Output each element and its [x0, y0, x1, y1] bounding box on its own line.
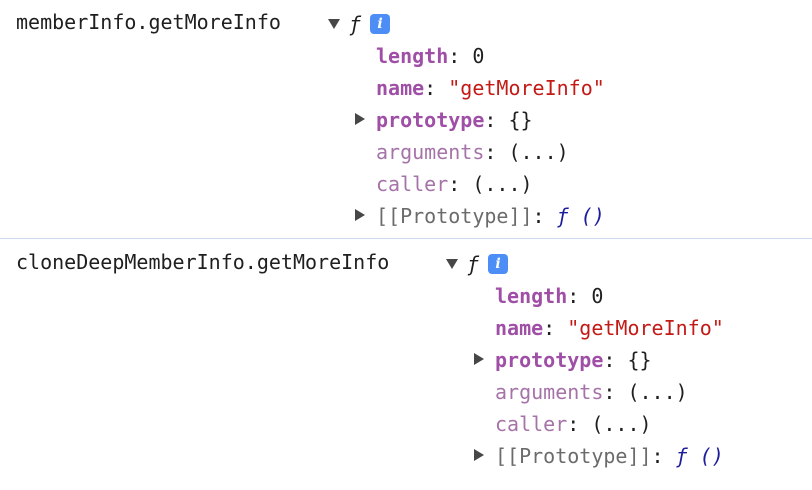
property-key: arguments — [495, 380, 604, 404]
collapse-triangle-right-icon[interactable] — [355, 209, 365, 221]
property-row-internal-prototype[interactable]: [[Prototype]]: ƒ () — [474, 440, 724, 472]
property-separator: : — [448, 172, 473, 196]
property-value[interactable]: (...) — [508, 140, 568, 164]
collapse-triangle-right-icon[interactable] — [355, 113, 365, 125]
function-marker: ƒ — [467, 252, 480, 276]
property-value[interactable]: (...) — [627, 380, 687, 404]
property-key: name — [495, 316, 544, 340]
function-header[interactable]: ƒ i — [328, 10, 391, 38]
property-row-name: name: "getMoreInfo" — [495, 312, 724, 344]
property-value: {} — [627, 348, 652, 372]
expand-triangle-down-icon[interactable] — [446, 259, 458, 269]
property-key: caller — [495, 412, 568, 436]
property-separator: : — [484, 140, 509, 164]
property-value: ƒ () — [675, 444, 724, 468]
property-key: [[Prototype]] — [376, 204, 533, 228]
property-row-name: name: "getMoreInfo" — [376, 72, 605, 104]
info-icon[interactable]: i — [370, 14, 391, 34]
property-separator: : — [448, 44, 473, 68]
property-row-caller[interactable]: caller: (...) — [376, 168, 605, 200]
property-key: arguments — [376, 140, 485, 164]
property-value: 0 — [591, 284, 604, 308]
info-icon[interactable]: i — [488, 254, 509, 274]
property-row-arguments[interactable]: arguments: (...) — [495, 376, 724, 408]
expression-label: cloneDeepMemberInfo.getMoreInfo — [16, 250, 390, 274]
property-value: "getMoreInfo" — [448, 76, 605, 100]
collapse-triangle-right-icon[interactable] — [474, 449, 484, 461]
property-key: prototype — [495, 348, 604, 372]
property-separator: : — [484, 108, 509, 132]
property-row-arguments[interactable]: arguments: (...) — [376, 136, 605, 168]
property-key: length — [376, 44, 449, 68]
property-separator: : — [567, 284, 592, 308]
property-key: length — [495, 284, 568, 308]
property-value[interactable]: (...) — [591, 412, 651, 436]
property-row-prototype[interactable]: prototype: {} — [474, 344, 724, 376]
property-row-internal-prototype[interactable]: [[Prototype]]: ƒ () — [355, 200, 605, 232]
property-separator: : — [424, 76, 449, 100]
property-separator: : — [603, 380, 628, 404]
property-key: prototype — [376, 108, 485, 132]
function-marker: ƒ — [349, 12, 362, 36]
property-value: {} — [508, 108, 533, 132]
property-separator: : — [543, 316, 568, 340]
property-value: 0 — [472, 44, 485, 68]
property-value[interactable]: (...) — [472, 172, 532, 196]
property-value: ƒ () — [556, 204, 605, 228]
property-key: [[Prototype]] — [495, 444, 652, 468]
expand-triangle-down-icon[interactable] — [328, 19, 340, 29]
property-separator: : — [651, 444, 676, 468]
property-row-length: length: 0 — [376, 40, 605, 72]
expression-label: memberInfo.getMoreInfo — [16, 10, 281, 34]
property-key: caller — [376, 172, 449, 196]
property-list: length: 0 name: "getMoreInfo" prototype:… — [355, 40, 605, 232]
property-separator: : — [567, 412, 592, 436]
property-list: length: 0 name: "getMoreInfo" prototype:… — [474, 280, 724, 472]
property-row-length: length: 0 — [495, 280, 724, 312]
property-value: "getMoreInfo" — [567, 316, 724, 340]
collapse-triangle-right-icon[interactable] — [474, 353, 484, 365]
property-separator: : — [603, 348, 628, 372]
function-header[interactable]: ƒ i — [446, 250, 509, 278]
property-separator: : — [532, 204, 557, 228]
property-row-caller[interactable]: caller: (...) — [495, 408, 724, 440]
property-key: name — [376, 76, 425, 100]
property-row-prototype[interactable]: prototype: {} — [355, 104, 605, 136]
entry-divider — [0, 238, 812, 239]
